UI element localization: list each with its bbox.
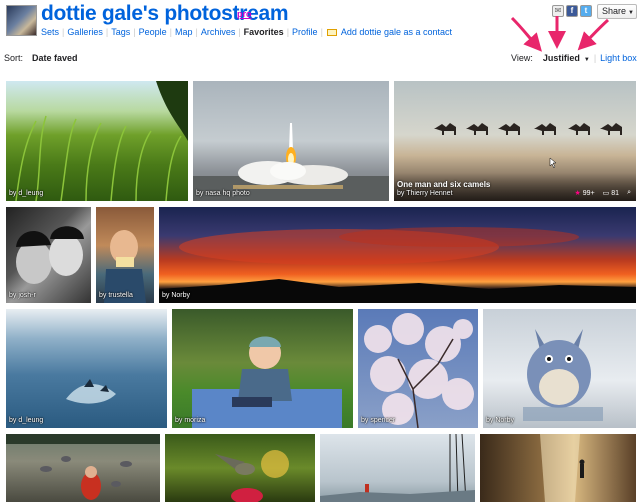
comments-stat[interactable]: ▭ 81 bbox=[602, 189, 620, 198]
nav-profile[interactable]: Profile bbox=[292, 27, 318, 37]
photo-boy-eating[interactable]: by trustella bbox=[96, 207, 154, 303]
view-control: View: Justified ▼ | Light box bbox=[511, 53, 637, 63]
pigeons-image bbox=[6, 434, 160, 500]
photo-credit: by josh-r bbox=[9, 292, 36, 299]
city-image bbox=[320, 434, 475, 502]
photo-credit: by nasa hq photo bbox=[196, 190, 250, 197]
photo-camels[interactable]: One man and six camels by Thierry Hennet… bbox=[394, 81, 636, 201]
photo-baby[interactable]: by moriza bbox=[172, 309, 353, 428]
photo-tunnel[interactable] bbox=[480, 434, 636, 502]
photo-credit: by Norby bbox=[162, 292, 191, 299]
nav-sets[interactable]: Sets bbox=[41, 27, 59, 37]
sort-control: Sort: Date faved bbox=[4, 53, 78, 63]
sunset-image bbox=[159, 227, 636, 303]
chevron-down-icon[interactable]: ▼ bbox=[584, 57, 590, 63]
photo-credit: by spencer bbox=[361, 417, 396, 424]
view-select[interactable]: Justified bbox=[543, 53, 580, 63]
photo-totoro[interactable]: by Norby bbox=[483, 309, 636, 428]
tunnel-image bbox=[540, 434, 585, 502]
blossoms-image bbox=[364, 313, 474, 428]
couple-image bbox=[16, 226, 84, 284]
nav-people[interactable]: People bbox=[139, 27, 167, 37]
photo-credit: by Norby bbox=[486, 417, 515, 424]
facebook-icon[interactable]: f bbox=[566, 5, 578, 17]
photo-pigeons[interactable] bbox=[6, 434, 160, 502]
mail-icon[interactable] bbox=[326, 28, 337, 36]
sort-label: Sort: bbox=[4, 53, 24, 63]
photo-credit: by d_leung bbox=[9, 190, 44, 197]
nav-tags[interactable]: Tags bbox=[111, 27, 130, 37]
star-icon: ★ bbox=[574, 190, 581, 197]
cursor-icon bbox=[549, 157, 557, 169]
email-icon[interactable]: ✉ bbox=[552, 5, 564, 17]
photo-rice-field[interactable]: by d_leung bbox=[6, 81, 188, 201]
annotation-arrows bbox=[510, 16, 610, 52]
photo-credit: by trustella bbox=[99, 292, 133, 299]
photo-couple-bw[interactable]: by josh-r bbox=[6, 207, 91, 303]
photo-ocean[interactable]: by d_leung bbox=[6, 309, 167, 428]
boy-image bbox=[104, 230, 146, 303]
grass-image bbox=[15, 81, 188, 201]
twitter-icon[interactable]: t bbox=[580, 5, 592, 17]
photo-sunset[interactable]: by Norby bbox=[159, 207, 636, 303]
share-button[interactable]: Share ▼ bbox=[597, 4, 637, 19]
chevron-down-icon: ▼ bbox=[628, 10, 634, 16]
ocean-image bbox=[66, 379, 116, 404]
favorites-count: 99+ bbox=[582, 189, 595, 197]
sort-value[interactable]: Date faved bbox=[32, 53, 78, 63]
share-label: Share bbox=[602, 6, 627, 16]
photo-stats: ★ 99+ ▭ 81 ⌕ bbox=[575, 189, 632, 197]
nav-favorites[interactable]: Favorites bbox=[244, 27, 284, 37]
zoom-icon[interactable]: ⌕ bbox=[627, 189, 631, 197]
photo-credit: by moriza bbox=[175, 417, 206, 424]
shuttle-image bbox=[193, 123, 389, 201]
photo-city[interactable] bbox=[320, 434, 475, 502]
view-label: View: bbox=[511, 53, 533, 63]
nav-archives[interactable]: Archives bbox=[201, 27, 236, 37]
favorites-stat[interactable]: ★ 99+ bbox=[574, 189, 595, 198]
add-contact-link[interactable]: Add dottie gale as a contact bbox=[341, 27, 452, 37]
photo-shuttle-launch[interactable]: by nasa hq photo bbox=[193, 81, 389, 201]
photostream-page: dottie gale's photostream pro Sets | Gall… bbox=[0, 0, 640, 502]
comments-count: 81 bbox=[611, 189, 620, 197]
photo-title: One man and six camels bbox=[397, 180, 491, 189]
pro-badge[interactable]: pro bbox=[237, 9, 252, 19]
nav-map[interactable]: Map bbox=[175, 27, 193, 37]
totoro-image bbox=[523, 329, 603, 421]
hummingbird-image bbox=[215, 450, 289, 502]
comment-icon: ▭ bbox=[602, 190, 610, 197]
avatar[interactable] bbox=[6, 5, 37, 36]
nav-galleries[interactable]: Galleries bbox=[67, 27, 103, 37]
photostream-nav: Sets | Galleries | Tags | People | Map | Arch… bbox=[41, 27, 452, 37]
share-icons: ✉ f t bbox=[552, 5, 592, 17]
baby-image bbox=[192, 336, 342, 428]
photo-blossoms[interactable]: by spencer bbox=[358, 309, 478, 428]
photo-credit: by d_leung bbox=[9, 417, 44, 424]
photo-hummingbird[interactable] bbox=[165, 434, 315, 502]
lightbox-link[interactable]: Light box bbox=[600, 53, 637, 63]
photo-credit: by Thierry Hennet bbox=[397, 190, 453, 197]
